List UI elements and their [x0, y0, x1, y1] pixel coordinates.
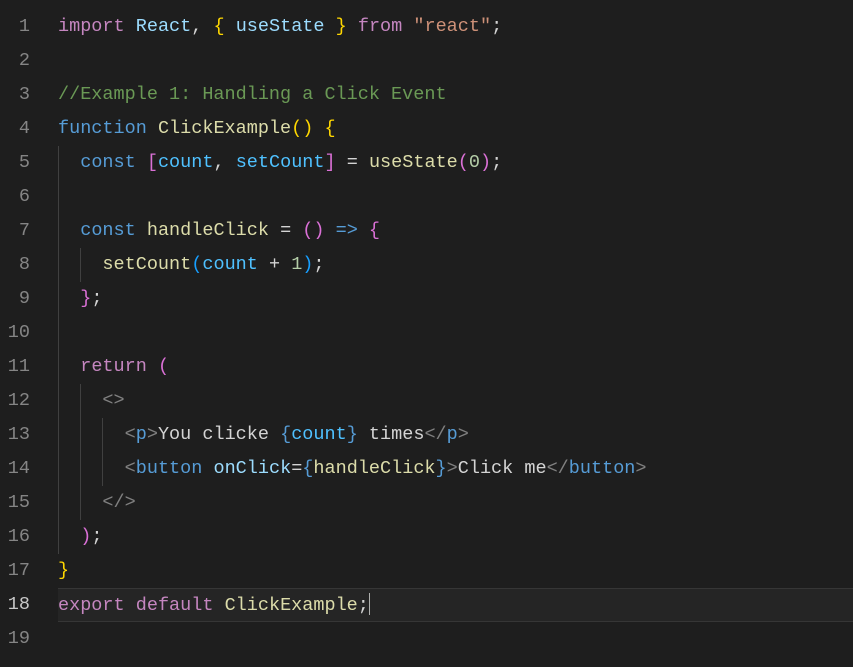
code-line[interactable]	[58, 316, 853, 350]
line-number: 10	[0, 316, 30, 350]
code-line[interactable]: );	[58, 520, 853, 554]
line-number: 17	[0, 554, 30, 588]
code-line[interactable]	[58, 622, 853, 656]
line-number: 19	[0, 622, 30, 656]
line-number: 16	[0, 520, 30, 554]
line-number: 12	[0, 384, 30, 418]
line-number: 4	[0, 112, 30, 146]
code-line[interactable]: <button onClick={handleClick}>Click me</…	[58, 452, 853, 486]
line-number: 2	[0, 44, 30, 78]
line-number: 8	[0, 248, 30, 282]
code-line[interactable]: import React, { useState } from "react";	[58, 10, 853, 44]
line-number: 6	[0, 180, 30, 214]
code-line[interactable]: <>	[58, 384, 853, 418]
line-number: 9	[0, 282, 30, 316]
line-number: 1	[0, 10, 30, 44]
code-line-active[interactable]: export default ClickExample;	[58, 588, 853, 622]
code-area[interactable]: import React, { useState } from "react";…	[48, 0, 853, 667]
code-line[interactable]: setCount(count + 1);	[58, 248, 853, 282]
line-number: 11	[0, 350, 30, 384]
line-number: 15	[0, 486, 30, 520]
code-line[interactable]	[58, 44, 853, 78]
text-cursor	[369, 593, 371, 615]
line-number: 3	[0, 78, 30, 112]
code-line[interactable]: return (	[58, 350, 853, 384]
line-number: 7	[0, 214, 30, 248]
code-line[interactable]: };	[58, 282, 853, 316]
line-number-gutter: 1 2 3 4 5 6 7 8 9 10 11 12 13 14 15 16 1…	[0, 0, 48, 667]
code-line[interactable]: </>	[58, 486, 853, 520]
code-line[interactable]: const handleClick = () => {	[58, 214, 853, 248]
code-line[interactable]: }	[58, 554, 853, 588]
line-number: 5	[0, 146, 30, 180]
line-number: 14	[0, 452, 30, 486]
line-number: 18	[0, 588, 30, 622]
code-line[interactable]: //Example 1: Handling a Click Event	[58, 78, 853, 112]
code-line[interactable]	[58, 180, 853, 214]
line-number: 13	[0, 418, 30, 452]
code-line[interactable]: function ClickExample() {	[58, 112, 853, 146]
code-line[interactable]: <p>You clicke {count} times</p>	[58, 418, 853, 452]
code-editor[interactable]: 1 2 3 4 5 6 7 8 9 10 11 12 13 14 15 16 1…	[0, 0, 853, 667]
code-line[interactable]: const [count, setCount] = useState(0);	[58, 146, 853, 180]
